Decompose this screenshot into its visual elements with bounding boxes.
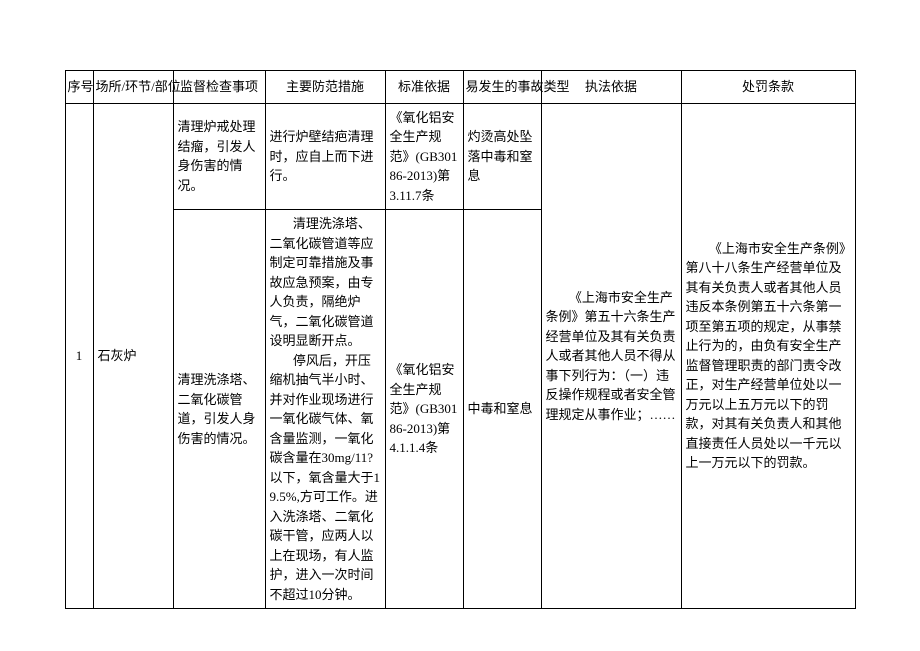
cell-accident-1: 灼烫高处坠落中毒和窒息 <box>463 103 541 210</box>
header-measure: 主要防范措施 <box>265 71 385 104</box>
header-accident: 易发生的事故类型 <box>463 71 541 104</box>
law-text: 《上海市安全生产条例》第五十六条生产经营单位及其有关负责人或者其他人员不得从事下… <box>546 288 677 425</box>
cell-item-2: 清理洗涤塔、二氧化碳管道，引发人身伤害的情况。 <box>173 210 265 609</box>
table-header-row: 序号 场所/环节/部位 监督检查事项 主要防范措施 标准依据 易发生的事故类型 … <box>65 71 855 104</box>
cell-place: 石灰炉 <box>93 103 173 609</box>
measure-2-p1: 清理洗涤塔、二氧化碳管道等应制定可靠措施及事故应急预案，由专人负责，隔绝炉气，二… <box>270 214 381 351</box>
header-seq: 序号 <box>65 71 93 104</box>
cell-standard-2: 《氧化铝安全生产规范》(GB30186-2013)第4.1.1.4条 <box>385 210 463 609</box>
cell-penalty: 《上海市安全生产条例》第八十八条生产经营单位及其有关负责人或者其他人员违反本条例… <box>681 103 855 609</box>
table-row: 1 石灰炉 清理炉戒处理结瘤，引发人身伤害的情况。 进行炉壁结疤清理时，应自上而… <box>65 103 855 210</box>
cell-law: 《上海市安全生产条例》第五十六条生产经营单位及其有关负责人或者其他人员不得从事下… <box>541 103 681 609</box>
cell-standard-1: 《氧化铝安全生产规范》(GB30186-2013)第3.11.7条 <box>385 103 463 210</box>
cell-accident-2: 中毒和窒息 <box>463 210 541 609</box>
header-item: 监督检查事项 <box>173 71 265 104</box>
penalty-text: 《上海市安全生产条例》第八十八条生产经营单位及其有关负责人或者其他人员违反本条例… <box>686 239 851 473</box>
cell-measure-2: 清理洗涤塔、二氧化碳管道等应制定可靠措施及事故应急预案，由专人负责，隔绝炉气，二… <box>265 210 385 609</box>
header-standard: 标准依据 <box>385 71 463 104</box>
regulation-table: 序号 场所/环节/部位 监督检查事项 主要防范措施 标准依据 易发生的事故类型 … <box>65 70 856 609</box>
cell-item-1: 清理炉戒处理结瘤，引发人身伤害的情况。 <box>173 103 265 210</box>
measure-2-p2: 停风后，开压缩机抽气半小时、并对作业现场进行一氧化碳气体、氧含量监测，一氧化碳含… <box>270 351 381 605</box>
cell-measure-1: 进行炉壁结疤清理时，应自上而下进行。 <box>265 103 385 210</box>
header-place: 场所/环节/部位 <box>93 71 173 104</box>
cell-seq: 1 <box>65 103 93 609</box>
header-penalty: 处罚条款 <box>681 71 855 104</box>
